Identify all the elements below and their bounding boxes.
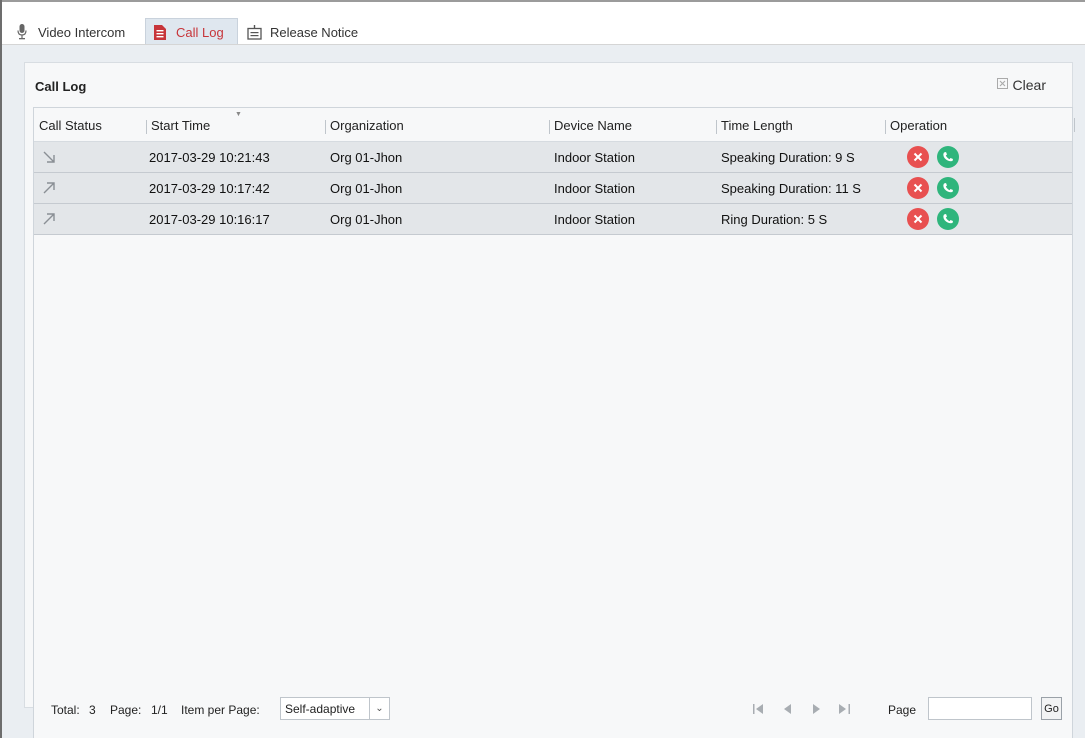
- tab-call-log[interactable]: Call Log: [145, 18, 238, 46]
- call-back-button[interactable]: [937, 146, 959, 168]
- delete-record-button[interactable]: [907, 208, 929, 230]
- incoming-call-arrow-icon: [41, 149, 57, 165]
- call-log-table: Call Status Start Time ▼ Organization De…: [33, 107, 1075, 738]
- panel-title: Call Log: [35, 79, 87, 94]
- column-header-time-length[interactable]: Time Length: [716, 118, 793, 134]
- phone-icon: [943, 183, 953, 193]
- items-per-page-value: Self-adaptive: [285, 701, 356, 716]
- tab-bar: Video Intercom Call Log Release Notice: [2, 2, 1085, 46]
- tab-label: Release Notice: [270, 24, 359, 40]
- total-label: Total:: [51, 703, 80, 717]
- cell-start-time: 2017-03-29 10:21:43: [149, 150, 270, 165]
- cell-organization: Org 01-Jhon: [330, 150, 403, 165]
- first-page-icon[interactable]: [751, 702, 765, 716]
- total-value: 3: [89, 703, 96, 717]
- items-per-page-select[interactable]: Self-adaptive ⌄: [280, 697, 390, 720]
- last-page-icon[interactable]: [837, 702, 851, 716]
- cell-time-length: Ring Duration: 5 S: [721, 212, 828, 227]
- table-body: 2017-03-29 10:21:43 Org 01-Jhon Indoor S…: [34, 142, 1072, 235]
- notice-board-icon: [246, 24, 262, 40]
- goto-page-label: Page: [888, 703, 917, 717]
- cell-time-length: Speaking Duration: 11 S: [721, 181, 861, 196]
- column-header-device-name[interactable]: Device Name: [549, 118, 632, 134]
- page-label: Page:: [110, 703, 142, 717]
- items-per-page-label: Item per Page:: [181, 703, 260, 717]
- close-icon: [913, 183, 923, 193]
- tab-release-notice[interactable]: Release Notice: [240, 18, 364, 46]
- cell-organization: Org 01-Jhon: [330, 212, 403, 227]
- clear-icon: [996, 78, 1008, 92]
- phone-icon: [943, 214, 953, 224]
- previous-page-icon[interactable]: [780, 702, 794, 716]
- outgoing-call-arrow-icon: [41, 211, 57, 227]
- tab-label: Call Log: [176, 25, 224, 40]
- clear-label: Clear: [1012, 77, 1046, 93]
- cell-device-name: Indoor Station: [554, 181, 635, 196]
- microphone-icon: [14, 24, 30, 40]
- column-header-start-time[interactable]: Start Time: [146, 118, 210, 134]
- cell-device-name: Indoor Station: [554, 212, 635, 227]
- cell-start-time: 2017-03-29 10:16:17: [149, 212, 270, 227]
- cell-time-length: Speaking Duration: 9 S: [721, 150, 855, 165]
- call-back-button[interactable]: [937, 177, 959, 199]
- close-icon: [913, 214, 923, 224]
- next-page-icon[interactable]: [810, 702, 824, 716]
- table-row[interactable]: 2017-03-29 10:17:42 Org 01-Jhon Indoor S…: [34, 173, 1072, 204]
- go-button[interactable]: Go: [1041, 697, 1062, 720]
- call-back-button[interactable]: [937, 208, 959, 230]
- delete-record-button[interactable]: [907, 146, 929, 168]
- close-icon: [913, 152, 923, 162]
- document-icon: [152, 25, 168, 41]
- cell-device-name: Indoor Station: [554, 150, 635, 165]
- tab-label: Video Intercom: [38, 24, 126, 40]
- cell-organization: Org 01-Jhon: [330, 181, 403, 196]
- table-header: Call Status Start Time ▼ Organization De…: [34, 108, 1075, 142]
- chevron-down-icon[interactable]: ⌄: [369, 698, 389, 719]
- column-header-organization[interactable]: Organization: [325, 118, 404, 134]
- column-header-end-separator: [1074, 118, 1075, 132]
- outgoing-call-arrow-icon: [41, 180, 57, 196]
- call-log-panel: Call Log Clear Call Status Start Time ▼ …: [24, 62, 1075, 738]
- table-row[interactable]: 2017-03-29 10:16:17 Org 01-Jhon Indoor S…: [34, 204, 1072, 235]
- column-header-call-status[interactable]: Call Status: [39, 118, 102, 133]
- clear-button[interactable]: Clear: [996, 77, 1046, 93]
- phone-icon: [943, 152, 953, 162]
- column-header-operation[interactable]: Operation: [885, 118, 947, 134]
- table-row[interactable]: 2017-03-29 10:21:43 Org 01-Jhon Indoor S…: [34, 142, 1072, 173]
- tab-video-intercom[interactable]: Video Intercom: [8, 18, 131, 46]
- delete-record-button[interactable]: [907, 177, 929, 199]
- goto-page-input[interactable]: [928, 697, 1032, 720]
- page-value: 1/1: [151, 703, 168, 717]
- cell-start-time: 2017-03-29 10:17:42: [149, 181, 270, 196]
- sort-descending-icon: ▼: [235, 111, 242, 118]
